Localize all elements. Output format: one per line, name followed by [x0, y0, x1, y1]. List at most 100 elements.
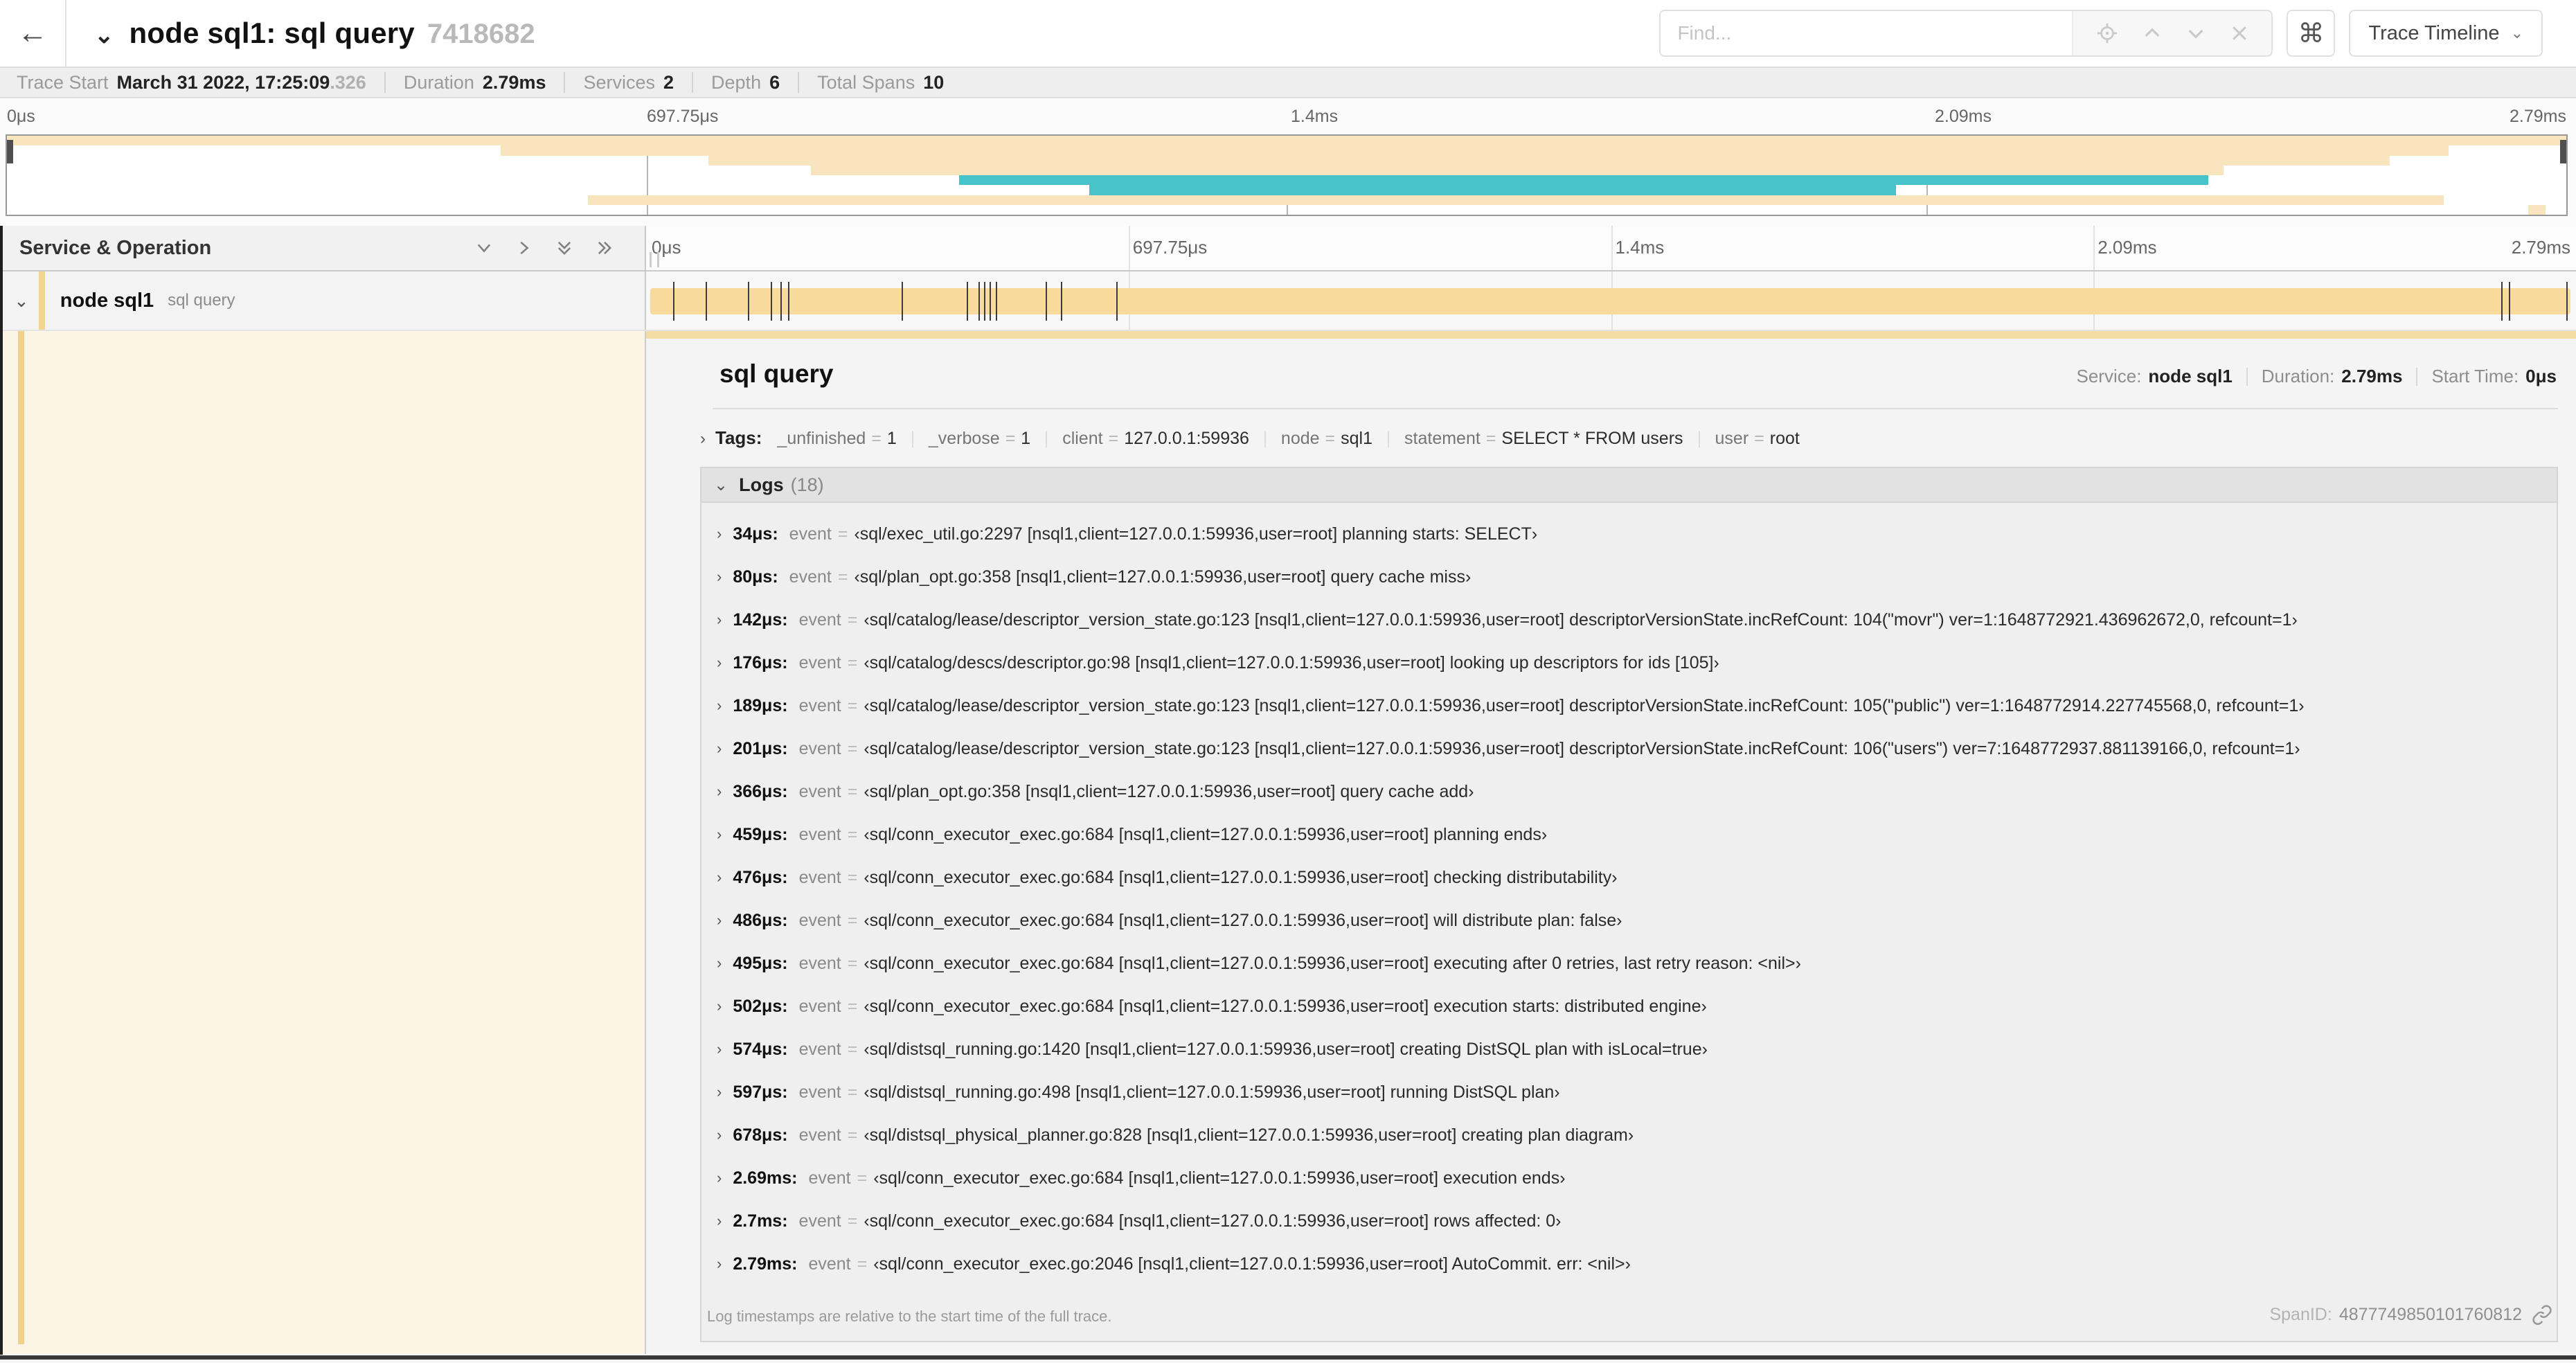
trace-summary-item: Services 2	[546, 72, 674, 93]
log-marker-tick	[967, 282, 969, 321]
chevron-right-icon: ›	[717, 697, 722, 714]
log-row[interactable]: › 366μs: event = ‹sql/plan_opt.go:358 [nsql1…	[713, 770, 2543, 813]
collapse-all-icon[interactable]	[555, 238, 574, 258]
trace-summary-item: Depth 6	[674, 72, 780, 93]
tags-row[interactable]: › Tags: _unfinished = 1 _verbose = 1 client = 12…	[646, 409, 2576, 449]
log-marker-tick	[978, 282, 980, 321]
log-marker-tick	[788, 282, 790, 321]
next-match-icon[interactable]	[2185, 22, 2207, 44]
log-row[interactable]: › 34μs: event = ‹sql/exec_util.go:2297 [nsql…	[713, 513, 2543, 555]
tag-item: node = sql1	[1249, 429, 1372, 449]
clear-search-icon[interactable]	[2229, 23, 2250, 44]
bottom-edge-line	[0, 1355, 2576, 1360]
ruler-tick-label: 2.79ms	[2511, 237, 2570, 258]
chevron-right-icon: ›	[717, 568, 722, 585]
span-duration-bar[interactable]	[650, 282, 2570, 321]
log-marker-tick	[990, 282, 992, 321]
trace-summary-item: Total Spans 10	[780, 72, 944, 93]
chevron-right-icon: ›	[717, 911, 722, 929]
spanid-label: SpanID:	[2269, 1304, 2332, 1324]
find-input[interactable]	[1661, 11, 2073, 55]
minimap-span-bar	[501, 145, 2449, 156]
log-marker-tick	[2566, 282, 2568, 321]
viewport-handle-left[interactable]	[7, 140, 13, 163]
column-resize-grip[interactable]	[650, 252, 659, 267]
chevron-right-icon: ›	[717, 1126, 722, 1143]
collapse-one-icon[interactable]	[474, 238, 494, 258]
minimap-span-bar	[587, 195, 2444, 205]
tag-item: _unfinished = 1	[777, 429, 897, 448]
keyboard-shortcuts-button[interactable]: ⌘	[2287, 10, 2336, 57]
log-marker-tick	[1045, 282, 1047, 321]
service-operation-header: Service & Operation	[0, 226, 646, 270]
left-scroll-edge[interactable]	[0, 226, 3, 1355]
span-meta-item: Start Time: 0μs	[2402, 366, 2557, 387]
chevron-down-icon[interactable]: ⌄	[94, 21, 114, 49]
log-row[interactable]: › 486μs: event = ‹sql/conn_executor_exec.go:…	[713, 899, 2543, 942]
back-arrow-icon: ←	[17, 16, 48, 50]
timeline-header-row: Service & Operation 0μs 697.75μs 1.4ms 2.09…	[0, 226, 2576, 271]
log-row[interactable]: › 2.7ms: event = ‹sql/conn_executor_exec.go:…	[713, 1200, 2543, 1242]
log-marker-tick	[901, 282, 903, 321]
chevron-right-icon: ›	[717, 826, 722, 843]
deep-link-icon[interactable]	[2522, 1304, 2552, 1325]
log-row[interactable]: › 459μs: event = ‹sql/conn_executor_exec.go:…	[713, 813, 2543, 856]
log-row[interactable]: › 2.69ms: event = ‹sql/conn_executor_exec.go…	[713, 1157, 2543, 1200]
minimap-span-bar	[2528, 204, 2546, 215]
log-row[interactable]: › 597μs: event = ‹sql/distsql_running.go:498…	[713, 1071, 2543, 1114]
prev-match-icon[interactable]	[2141, 22, 2163, 44]
span-detail-area: sql query Service: node sql1 Duration: 2.79…	[0, 331, 2576, 1354]
trace-summary-item: Trace Start March 31 2022, 17:25:09.326	[17, 71, 366, 93]
chevron-right-icon: ›	[717, 1083, 722, 1101]
spanid-row: SpanID: 4877749850101760812	[2269, 1304, 2552, 1325]
log-row[interactable]: › 142μs: event = ‹sql/catalog/lease/descript…	[713, 598, 2543, 641]
service-operation-title: Service & Operation	[19, 236, 212, 259]
span-row-node-sql1[interactable]: ⌄ node sql1 sql query	[0, 271, 2576, 331]
logs-header[interactable]: ⌄ Logs (18)	[701, 468, 2557, 503]
log-row[interactable]: › 476μs: event = ‹sql/conn_executor_exec.go:…	[713, 856, 2543, 899]
span-row-label: ⌄ node sql1 sql query	[0, 271, 646, 330]
minimap-span-bar	[7, 136, 2566, 146]
back-button[interactable]: ←	[0, 0, 66, 66]
chevron-right-icon: ›	[717, 1212, 722, 1229]
chevron-right-icon: ›	[717, 1255, 722, 1272]
chevron-right-icon: ›	[717, 1169, 722, 1186]
minimap-canvas[interactable]	[6, 134, 2568, 216]
ruler-gridline	[2093, 226, 2095, 270]
chevron-down-icon[interactable]: ⌄	[14, 290, 29, 312]
log-marker-tick	[2501, 282, 2503, 321]
log-marker-tick	[747, 282, 749, 321]
chevron-right-icon: ›	[717, 740, 722, 757]
log-row[interactable]: › 502μs: event = ‹sql/conn_executor_exec.go:…	[713, 985, 2543, 1028]
tag-item: statement = SELECT * FROM users	[1372, 429, 1683, 449]
minimap-tick-label: 2.79ms	[2510, 107, 2566, 126]
ruler-tick-label: 1.4ms	[1615, 237, 1665, 258]
log-row[interactable]: › 189μs: event = ‹sql/catalog/lease/descript…	[713, 684, 2543, 727]
log-row[interactable]: › 176μs: event = ‹sql/catalog/descs/descript…	[713, 641, 2543, 684]
log-row[interactable]: › 678μs: event = ‹sql/distsql_physical_plann…	[713, 1114, 2543, 1157]
tag-item: _verbose = 1	[897, 429, 1030, 449]
logs-title: Logs	[739, 474, 784, 495]
log-marker-tick	[672, 282, 674, 321]
log-row[interactable]: › 495μs: event = ‹sql/conn_executor_exec.go:…	[713, 942, 2543, 985]
expand-one-icon[interactable]	[515, 238, 534, 258]
trace-page-header: ← ⌄ node sql1: sql query 7418682 Find...…	[0, 0, 2576, 66]
tags-label: Tags:	[715, 427, 762, 448]
log-marker-tick	[780, 282, 782, 321]
log-row[interactable]: › 574μs: event = ‹sql/distsql_running.go:142…	[713, 1028, 2543, 1071]
view-select-trace-timeline[interactable]: Trace Timeline ⌄	[2349, 10, 2543, 57]
expand-all-icon[interactable]	[595, 238, 614, 258]
chevron-right-icon: ›	[717, 868, 722, 886]
span-color-stripe	[38, 271, 45, 330]
chevron-right-icon: ›	[717, 783, 722, 800]
locate-icon[interactable]	[2095, 21, 2119, 45]
span-detail-panel: sql query Service: node sql1 Duration: 2.79…	[646, 331, 2576, 1354]
chevron-right-icon: ›	[717, 954, 722, 972]
viewport-handle-right[interactable]	[2560, 140, 2566, 163]
view-select-label: Trace Timeline	[2368, 21, 2500, 44]
chevron-down-icon: ⌄	[714, 475, 728, 495]
log-row[interactable]: › 2.79ms: event = ‹sql/conn_executor_exec.go…	[713, 1242, 2543, 1285]
log-row[interactable]: › 201μs: event = ‹sql/catalog/lease/descript…	[713, 727, 2543, 770]
ruler-tick-label: 697.75μs	[1132, 237, 1208, 258]
log-row[interactable]: › 80μs: event = ‹sql/plan_opt.go:358 [nsql1,…	[713, 555, 2543, 598]
